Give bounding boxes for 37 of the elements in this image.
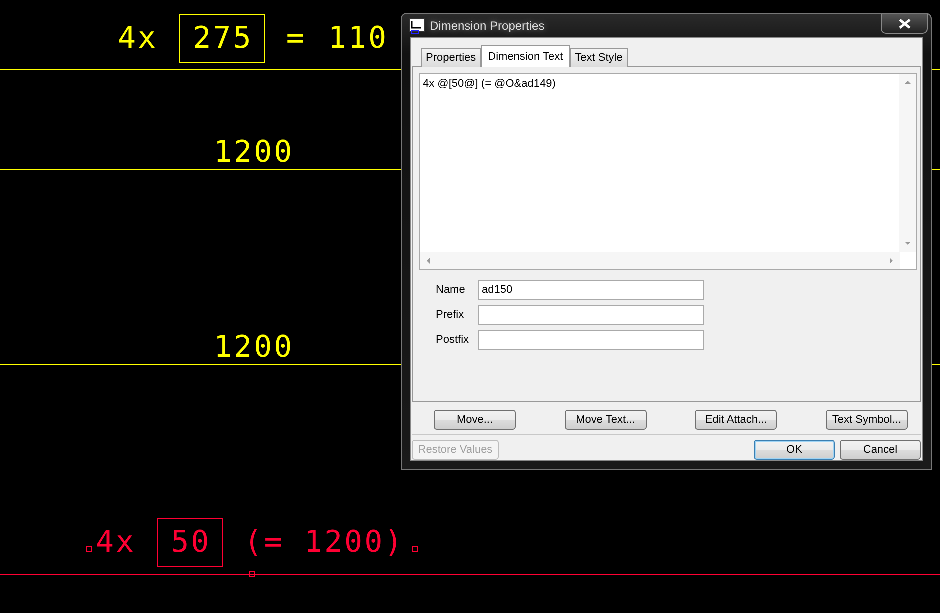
grip-handle[interactable] [249,571,255,577]
dimension-text: 1200 [213,134,296,172]
boxed-dimension-value: 50 [157,518,224,567]
scroll-up-icon [904,79,912,85]
input-field[interactable] [478,305,704,325]
tab[interactable]: Properties [421,48,482,67]
field-label: Name [436,284,466,296]
scroll-down-icon [904,241,912,247]
dimension-text: (= 1200) [243,524,406,562]
tab[interactable]: Text Style [570,48,628,67]
dimension-text: 4x [117,20,160,58]
dialog-button[interactable]: Cancel [840,440,921,460]
dimension-text: 110 [327,20,390,58]
input-field[interactable]: ad150 [478,280,704,300]
action-button[interactable]: Move... [434,410,516,430]
action-button[interactable]: Edit Attach... [695,410,778,430]
window-title: Dimension Properties [430,18,545,32]
boxed-dimension-value: 275 [179,14,266,63]
vertical-scrollbar[interactable] [899,74,916,252]
field-label: Postfix [436,334,470,346]
close-button[interactable] [881,14,928,34]
input-field[interactable] [478,330,704,350]
scroll-left-icon [425,256,431,264]
action-button[interactable]: Text Symbol... [826,410,908,430]
grip-handle[interactable] [86,546,92,552]
app-icon [409,18,425,34]
dimension-text: = [285,20,308,58]
action-button[interactable]: Move Text... [564,410,647,430]
dimension-text: 1200 [213,329,296,367]
dialog-button[interactable]: OK [754,440,835,460]
horizontal-scrollbar[interactable] [420,252,900,269]
close-icon [898,18,910,28]
grip-handle[interactable] [412,546,418,552]
dimension-text: 4x [95,524,138,562]
field-label: Prefix [436,309,466,321]
tab[interactable]: Dimension Text [481,45,570,67]
scroll-right-icon [889,256,895,264]
